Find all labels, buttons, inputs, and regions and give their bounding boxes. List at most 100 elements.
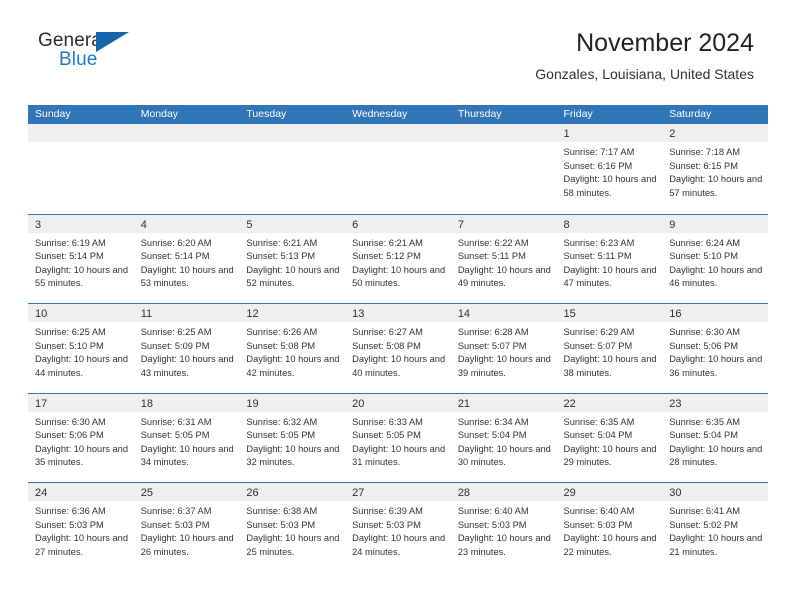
sunrise-text: Sunrise: 6:20 AM [140, 237, 212, 248]
day-number: 23 [669, 397, 682, 410]
day-details: Sunrise: 6:20 AM Sunset: 5:14 PM Daylight:… [134, 233, 240, 291]
general-blue-logo[interactable]: General Blue [38, 30, 158, 80]
day-number-band: 2 [662, 124, 768, 142]
day-details: Sunrise: 6:26 AM Sunset: 5:08 PM Daylight:… [239, 322, 345, 380]
calendar-day-cell[interactable]: 8 Sunrise: 6:23 AM Sunset: 5:11 PM Daylight… [556, 214, 663, 303]
calendar-day-cell[interactable]: 4 Sunrise: 6:20 AM Sunset: 5:14 PM Daylight… [133, 214, 240, 303]
calendar-day-cell[interactable]: 14 Sunrise: 6:28 AM Sunset: 5:07 PM Dayligh… [450, 304, 557, 393]
calendar-day-cell[interactable]: 21 Sunrise: 6:34 AM Sunset: 5:04 PM Dayligh… [450, 393, 557, 482]
calendar-day-cell[interactable]: 16 Sunrise: 6:30 AM Sunset: 5:06 PM Dayligh… [662, 304, 768, 393]
sunrise-text: Sunrise: 6:32 AM [246, 416, 318, 427]
day-number-band: 17 [28, 393, 134, 412]
calendar-day-cell[interactable]: 25 Sunrise: 6:37 AM Sunset: 5:03 PM Dayligh… [133, 483, 240, 572]
day-number-band: 8 [556, 214, 663, 233]
calendar-day-cell[interactable]: 24 Sunrise: 6:36 AM Sunset: 5:03 PM Dayligh… [28, 483, 134, 572]
sunrise-text: Sunrise: 6:30 AM [669, 327, 741, 337]
day-number: 18 [140, 397, 153, 410]
daylight-text: Daylight: 10 hours and 25 minutes. [246, 533, 340, 557]
daylight-text: Daylight: 10 hours and 21 minutes. [669, 533, 763, 557]
calendar-day-cell[interactable]: 18 Sunrise: 6:31 AM Sunset: 5:05 PM Dayligh… [133, 393, 240, 482]
day-details: Sunrise: 6:21 AM Sunset: 5:13 PM Daylight:… [239, 233, 345, 291]
daylight-text: Daylight: 10 hours and 36 minutes. [669, 354, 763, 378]
calendar-day-cell-empty [450, 124, 557, 214]
day-details: Sunrise: 6:35 AM Sunset: 5:04 PM Daylight:… [662, 412, 768, 470]
sunrise-text: Sunrise: 6:21 AM [246, 237, 318, 248]
calendar-day-cell[interactable]: 5 Sunrise: 6:21 AM Sunset: 5:13 PM Daylight… [239, 214, 346, 303]
sunset-text: Sunset: 5:14 PM [140, 251, 210, 262]
calendar-day-cell[interactable]: 13 Sunrise: 6:27 AM Sunset: 5:08 PM Dayligh… [345, 304, 451, 393]
day-number-band: 20 [345, 393, 451, 412]
daylight-text: Daylight: 10 hours and 24 minutes. [352, 533, 446, 557]
logo-triangle-icon [96, 32, 129, 52]
page-header: General Blue November 2024 Gonzales, Lou… [0, 0, 792, 100]
day-number-band: 1 [556, 124, 663, 142]
calendar-day-cell[interactable]: 15 Sunrise: 6:29 AM Sunset: 5:07 PM Dayligh… [556, 304, 663, 393]
day-number: 3 [35, 218, 42, 231]
day-details: Sunrise: 7:18 AM Sunset: 6:15 PM Daylight:… [662, 142, 768, 200]
sunrise-text: Sunrise: 7:18 AM [669, 147, 741, 157]
day-number-band: 28 [450, 483, 557, 501]
calendar-day-cell[interactable]: 3 Sunrise: 6:19 AM Sunset: 5:14 PM Daylight… [28, 214, 134, 303]
calendar-day-cell[interactable]: 22 Sunrise: 6:35 AM Sunset: 5:04 PM Dayligh… [556, 393, 663, 482]
day-number: 1 [563, 128, 570, 140]
day-number: 26 [246, 487, 259, 499]
daylight-text: Daylight: 10 hours and 44 minutes. [35, 354, 129, 378]
daylight-text: Daylight: 10 hours and 35 minutes. [35, 443, 129, 468]
sunrise-text: Sunrise: 6:36 AM [35, 506, 106, 516]
calendar-day-cell[interactable]: 26 Sunrise: 6:38 AM Sunset: 5:03 PM Dayligh… [239, 483, 346, 572]
sunset-text: Sunset: 5:03 PM [140, 519, 210, 530]
sunrise-text: Sunrise: 6:22 AM [457, 237, 529, 248]
sunrise-text: Sunrise: 6:29 AM [563, 327, 635, 337]
day-number-band: 21 [450, 393, 557, 412]
calendar-day-cell[interactable]: 17 Sunrise: 6:30 AM Sunset: 5:06 PM Dayligh… [28, 393, 134, 482]
calendar-day-cell[interactable]: 23 Sunrise: 6:35 AM Sunset: 5:04 PM Dayligh… [662, 393, 768, 482]
day-number: 21 [457, 397, 471, 410]
calendar-day-cell[interactable]: 11 Sunrise: 6:25 AM Sunset: 5:09 PM Dayligh… [133, 304, 240, 393]
daylight-text: Daylight: 10 hours and 31 minutes. [352, 443, 446, 468]
day-number-band: 7 [450, 214, 557, 233]
calendar-day-cell[interactable]: 9 Sunrise: 6:24 AM Sunset: 5:10 PM Daylight… [662, 214, 768, 303]
weekday-header-friday: Friday [563, 108, 593, 120]
page-title: November 2024 [576, 29, 754, 57]
day-details: Sunrise: 6:28 AM Sunset: 5:07 PM Daylight:… [451, 322, 557, 380]
calendar-week-row: 24 Sunrise: 6:36 AM Sunset: 5:03 PM Dayligh… [28, 482, 768, 572]
calendar-day-cell[interactable]: 2 Sunrise: 7:18 AM Sunset: 6:15 PM Daylight… [662, 124, 768, 214]
calendar-day-cell[interactable]: 29 Sunrise: 6:40 AM Sunset: 5:03 PM Dayligh… [556, 483, 663, 572]
daylight-text: Daylight: 10 hours and 50 minutes. [352, 264, 446, 289]
sunset-text: Sunset: 5:12 PM [352, 251, 421, 262]
daylight-text: Daylight: 10 hours and 52 minutes. [246, 264, 340, 289]
day-details: Sunrise: 6:34 AM Sunset: 5:04 PM Daylight:… [451, 412, 557, 470]
day-number-band: 18 [133, 393, 240, 412]
day-details: Sunrise: 6:22 AM Sunset: 5:11 PM Daylight:… [451, 233, 557, 291]
sunset-text: Sunset: 5:05 PM [140, 430, 210, 441]
day-details: Sunrise: 6:27 AM Sunset: 5:08 PM Daylight:… [345, 322, 451, 380]
day-number-band: 6 [345, 214, 451, 233]
daylight-text: Daylight: 10 hours and 26 minutes. [140, 533, 234, 557]
calendar-day-cell[interactable]: 7 Sunrise: 6:22 AM Sunset: 5:11 PM Daylight… [450, 214, 557, 303]
daylight-text: Daylight: 10 hours and 28 minutes. [669, 443, 763, 468]
calendar-day-cell[interactable]: 1 Sunrise: 7:17 AM Sunset: 6:16 PM Daylight… [556, 124, 663, 214]
calendar-day-cell[interactable]: 10 Sunrise: 6:25 AM Sunset: 5:10 PM Dayligh… [28, 304, 134, 393]
calendar-day-cell[interactable]: 30 Sunrise: 6:41 AM Sunset: 5:02 PM Dayligh… [662, 483, 768, 572]
sunset-text: Sunset: 5:07 PM [457, 340, 527, 351]
calendar-day-cell[interactable]: 6 Sunrise: 6:21 AM Sunset: 5:12 PM Daylight… [345, 214, 451, 303]
calendar-week-row: 1 Sunrise: 7:17 AM Sunset: 6:16 PM Daylight… [28, 124, 768, 214]
day-number: 15 [563, 308, 576, 320]
calendar-day-cell[interactable]: 12 Sunrise: 6:26 AM Sunset: 5:08 PM Dayligh… [239, 304, 346, 393]
sunset-text: Sunset: 5:08 PM [352, 340, 421, 351]
day-details: Sunrise: 6:31 AM Sunset: 5:05 PM Daylight:… [134, 412, 240, 470]
day-number: 9 [669, 218, 676, 231]
calendar-day-cell[interactable]: 19 Sunrise: 6:32 AM Sunset: 5:05 PM Dayligh… [239, 393, 346, 482]
calendar-day-cell[interactable]: 28 Sunrise: 6:40 AM Sunset: 5:03 PM Dayligh… [450, 483, 557, 572]
sunset-text: Sunset: 5:07 PM [563, 340, 633, 351]
sunset-text: Sunset: 5:05 PM [352, 430, 421, 441]
daylight-text: Daylight: 10 hours and 23 minutes. [457, 533, 551, 557]
calendar-day-cell[interactable]: 27 Sunrise: 6:39 AM Sunset: 5:03 PM Dayligh… [345, 483, 451, 572]
calendar-day-cell-empty [345, 124, 451, 214]
day-number-band: 11 [133, 304, 240, 322]
daylight-text: Daylight: 10 hours and 46 minutes. [669, 264, 763, 289]
sunrise-text: Sunrise: 6:39 AM [352, 506, 423, 516]
calendar-day-cell[interactable]: 20 Sunrise: 6:33 AM Sunset: 5:05 PM Dayligh… [345, 393, 451, 482]
day-details: Sunrise: 6:21 AM Sunset: 5:12 PM Daylight:… [345, 233, 451, 291]
daylight-text: Daylight: 10 hours and 40 minutes. [352, 354, 446, 378]
